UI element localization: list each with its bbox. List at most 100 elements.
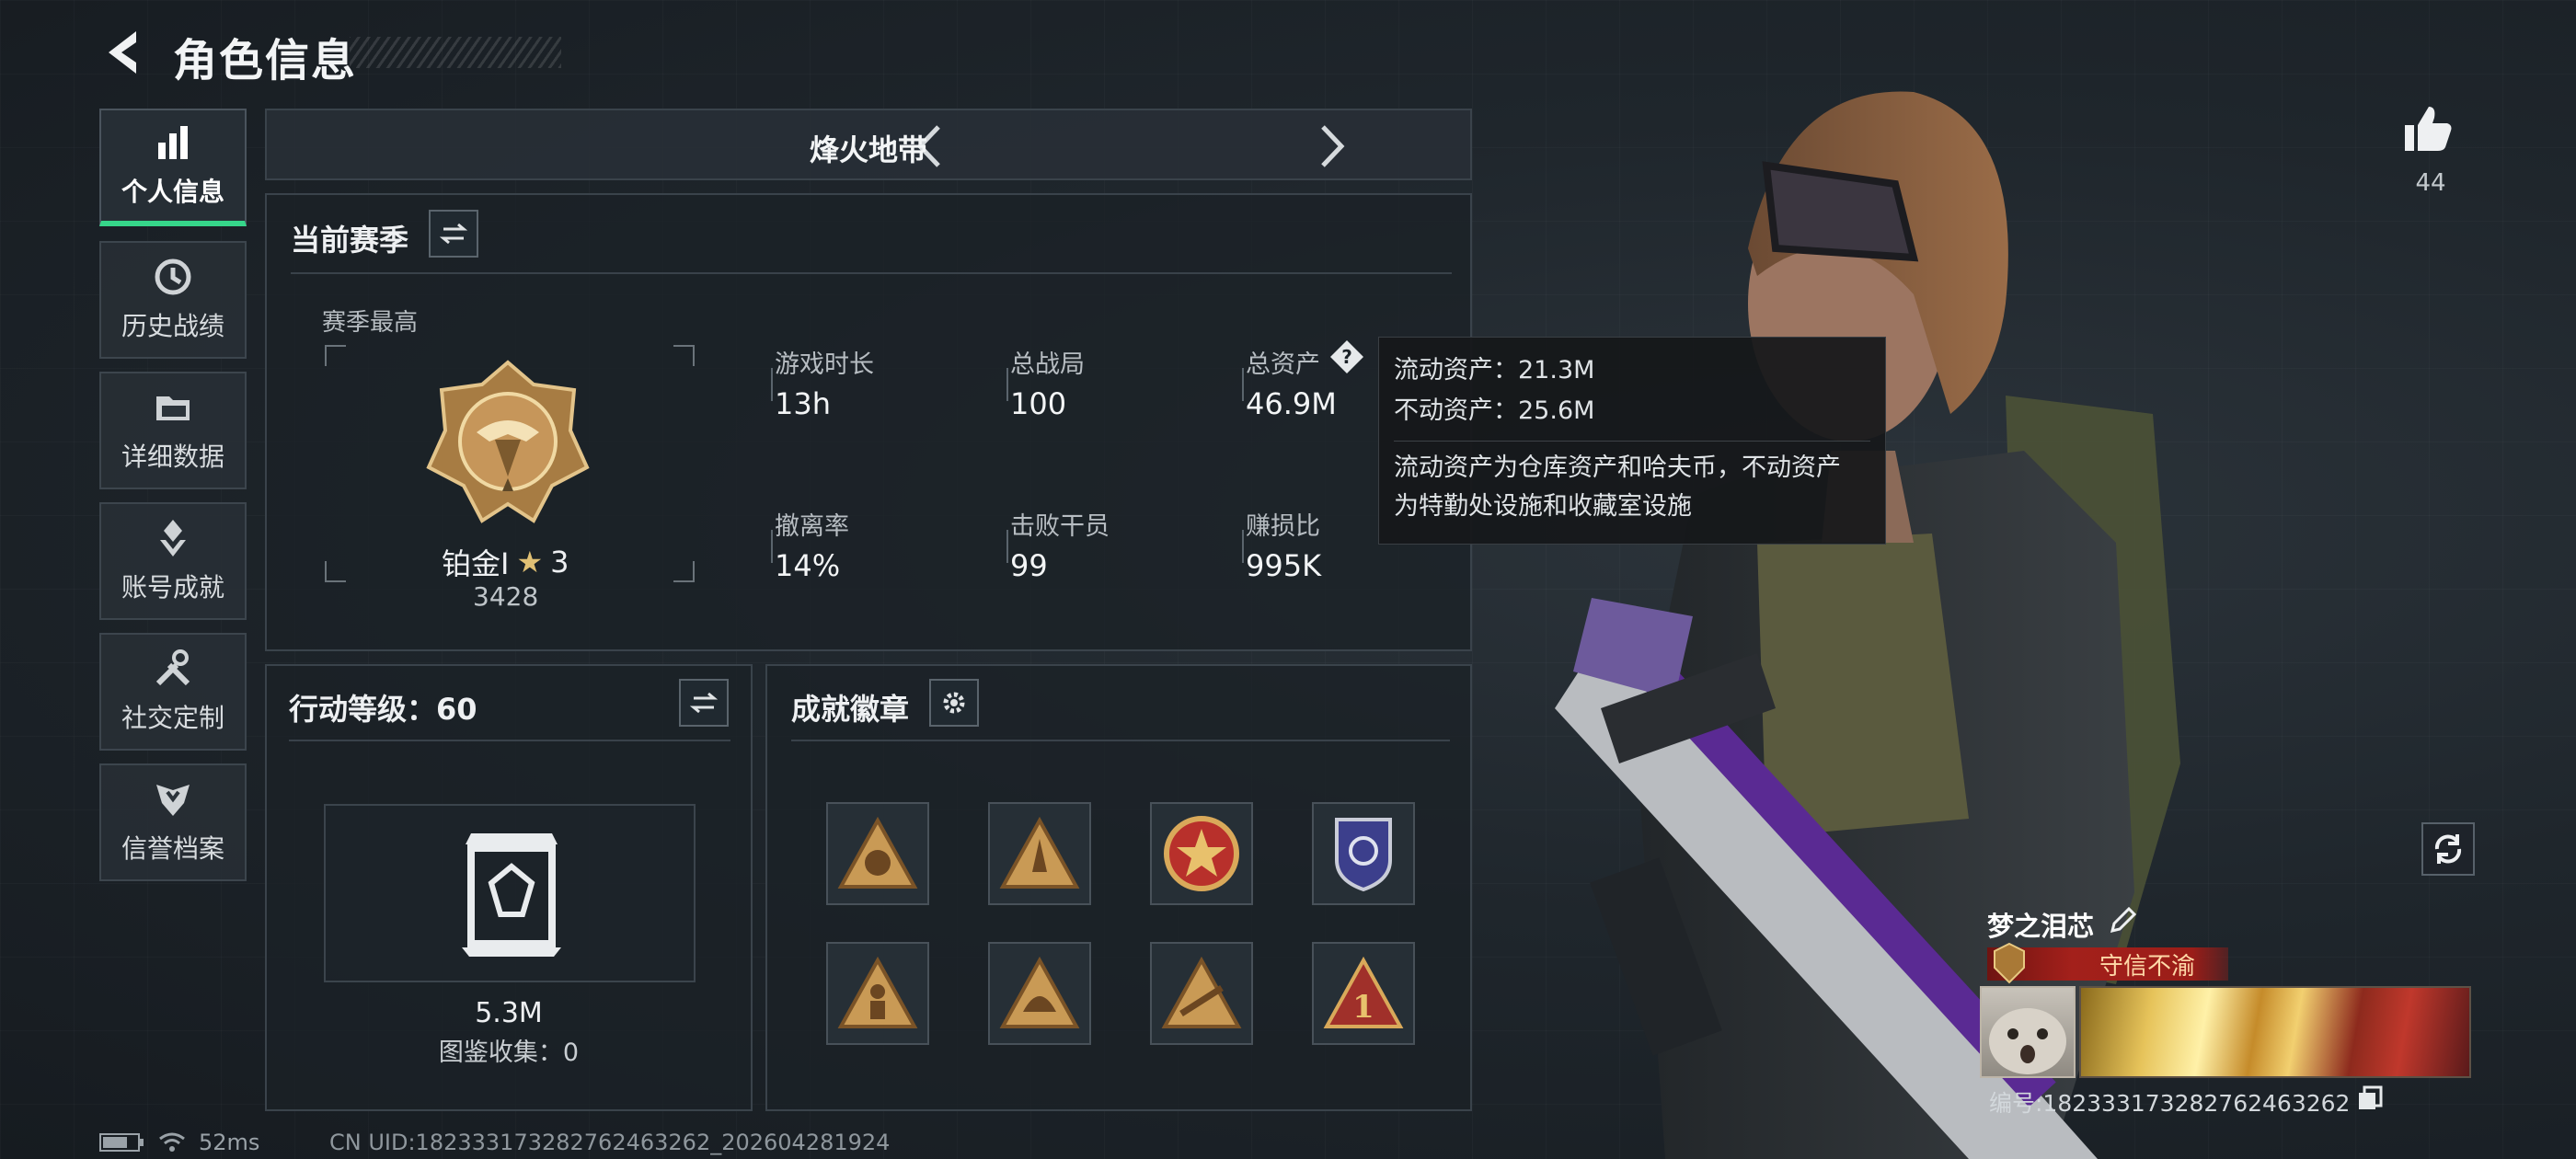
nav-item-history[interactable]: 历史战绩 bbox=[99, 241, 247, 359]
refresh-button[interactable] bbox=[2421, 822, 2475, 876]
tooltip-liquid-assets: 流动资产：21.3M bbox=[1394, 356, 1595, 384]
achievement-icon bbox=[160, 520, 186, 557]
badges-title: 成就徽章 bbox=[791, 692, 910, 727]
stat-label: 赚损比 bbox=[1246, 512, 1320, 541]
badge-slot[interactable] bbox=[826, 942, 929, 1045]
badge-slot[interactable] bbox=[826, 802, 929, 905]
rank-stars: 3 bbox=[550, 545, 569, 580]
svg-text:1: 1 bbox=[1352, 989, 1374, 1026]
badge-slot[interactable] bbox=[1150, 802, 1253, 905]
rank-name-row: 铂金I ★ 3 bbox=[442, 541, 569, 583]
level-value: 5.3M bbox=[475, 997, 543, 1029]
stat-bar bbox=[771, 368, 773, 401]
tools-icon bbox=[155, 649, 190, 686]
soldier-badge-icon bbox=[837, 957, 918, 1028]
swap-icon bbox=[440, 223, 467, 245]
stat-label: 总资产 bbox=[1246, 350, 1320, 379]
asset-help-button[interactable]: ? bbox=[1328, 339, 1365, 375]
tooltip-description: 流动资产为仓库资产和哈夫币，不动资产 为特勤处设施和收藏室设施 bbox=[1394, 441, 1870, 526]
stat-value: 995K bbox=[1246, 548, 1322, 583]
question-icon: ? bbox=[1330, 340, 1363, 373]
nav-label: 详细数据 bbox=[121, 442, 224, 472]
triangle-badge-icon bbox=[837, 817, 918, 889]
achievement-badges-panel: 成就徽章 1 bbox=[765, 664, 1472, 1111]
thumbs-up-icon[interactable] bbox=[2399, 101, 2455, 156]
like-count: 44 bbox=[2415, 169, 2446, 197]
rank-score: 3428 bbox=[473, 581, 539, 612]
stat-value: 99 bbox=[1010, 548, 1048, 583]
stat-bar bbox=[771, 530, 773, 563]
battery-icon bbox=[99, 1133, 144, 1152]
tooltip-fixed-assets: 不动资产：25.6M bbox=[1394, 396, 1595, 425]
stat-label: 游戏时长 bbox=[775, 350, 874, 379]
ping-value: 52ms bbox=[199, 1130, 260, 1155]
season-title: 当前赛季 bbox=[291, 223, 409, 258]
name-card-banner[interactable] bbox=[2079, 986, 2471, 1078]
stat-bar bbox=[1242, 530, 1244, 563]
badge-slot[interactable]: 1 bbox=[1312, 942, 1415, 1045]
rocket-badge-icon bbox=[999, 817, 1080, 889]
nav-label: 社交定制 bbox=[121, 703, 224, 733]
rank-medal-icon bbox=[426, 360, 590, 523]
swap-icon bbox=[690, 692, 718, 714]
divider bbox=[289, 740, 730, 741]
player-name: 梦之泪芯 bbox=[1987, 911, 2095, 942]
nav-item-achievements[interactable]: 账号成就 bbox=[99, 502, 247, 620]
shield-badge-icon bbox=[1335, 818, 1392, 892]
number-one-badge-icon: 1 bbox=[1323, 957, 1404, 1028]
tooltip-desc-line: 为特勤处设施和收藏室设施 bbox=[1394, 492, 1692, 521]
stat-label: 总战局 bbox=[1010, 350, 1085, 379]
rifle-badge-icon bbox=[1161, 957, 1242, 1028]
stat-label: 撤离率 bbox=[775, 512, 849, 541]
stat-bar bbox=[1006, 368, 1008, 401]
refresh-icon bbox=[2434, 834, 2462, 864]
level-switch-button[interactable] bbox=[679, 679, 729, 727]
nav-item-personal-info[interactable]: 个人信息 bbox=[99, 109, 247, 226]
svg-text:?: ? bbox=[1341, 346, 1352, 368]
badge-slot[interactable] bbox=[1312, 802, 1415, 905]
nav-label: 个人信息 bbox=[121, 177, 224, 207]
title-emblem-icon bbox=[1994, 942, 2025, 984]
history-clock-icon bbox=[155, 258, 191, 295]
star-medal-icon bbox=[1164, 816, 1239, 891]
stat-value: 100 bbox=[1010, 386, 1067, 421]
season-switch-button[interactable] bbox=[429, 210, 478, 258]
nav-item-detailed-data[interactable]: 详细数据 bbox=[99, 372, 247, 489]
title-tag: 守信不渝 bbox=[1987, 942, 2228, 984]
nav-label: 历史战绩 bbox=[121, 311, 224, 341]
nav-item-credit[interactable]: 信誉档案 bbox=[99, 763, 247, 881]
title-tag-text: 守信不渝 bbox=[2099, 952, 2196, 981]
player-id: 编号:182333173282762463262 bbox=[1989, 1090, 2351, 1117]
helmet-badge-icon bbox=[999, 957, 1080, 1028]
mode-name: 烽火地带 bbox=[809, 132, 927, 167]
back-arrow-icon[interactable] bbox=[99, 26, 147, 79]
chevron-right-icon[interactable] bbox=[1314, 123, 1351, 169]
collection-count: 图鉴收集：0 bbox=[438, 1039, 580, 1067]
badge-settings-button[interactable] bbox=[929, 679, 979, 727]
badge-slot[interactable] bbox=[988, 942, 1091, 1045]
stat-value: 14% bbox=[775, 548, 841, 583]
badge-slot[interactable] bbox=[1150, 942, 1253, 1045]
divider bbox=[291, 272, 1452, 274]
operation-level-panel: 行动等级：60 5.3M 图鉴收集：0 bbox=[265, 664, 753, 1111]
nav-item-social[interactable]: 社交定制 bbox=[99, 633, 247, 751]
tooltip-desc-line: 流动资产为仓库资产和哈夫币，不动资产 bbox=[1394, 453, 1841, 482]
status-bar: 52ms bbox=[99, 1130, 259, 1155]
wifi-icon bbox=[159, 1132, 185, 1152]
stat-bar bbox=[1006, 530, 1008, 563]
stat-bar bbox=[1242, 368, 1244, 401]
rank-name: 铂金I bbox=[442, 546, 510, 581]
level-title: 行动等级：60 bbox=[289, 692, 477, 727]
edit-pencil-icon[interactable] bbox=[2107, 905, 2138, 936]
avatar[interactable] bbox=[1980, 986, 2076, 1078]
title-decoration bbox=[350, 37, 561, 68]
collection-case-icon bbox=[462, 833, 561, 957]
copy-icon[interactable] bbox=[2357, 1085, 2383, 1111]
page-title: 角色信息 bbox=[173, 35, 358, 86]
collection-card[interactable] bbox=[324, 804, 696, 982]
stat-label: 击败干员 bbox=[1010, 512, 1110, 541]
nav-label: 信誉档案 bbox=[121, 833, 224, 864]
gear-icon bbox=[943, 692, 965, 714]
season-best-label: 赛季最高 bbox=[322, 309, 419, 337]
badge-slot[interactable] bbox=[988, 802, 1091, 905]
